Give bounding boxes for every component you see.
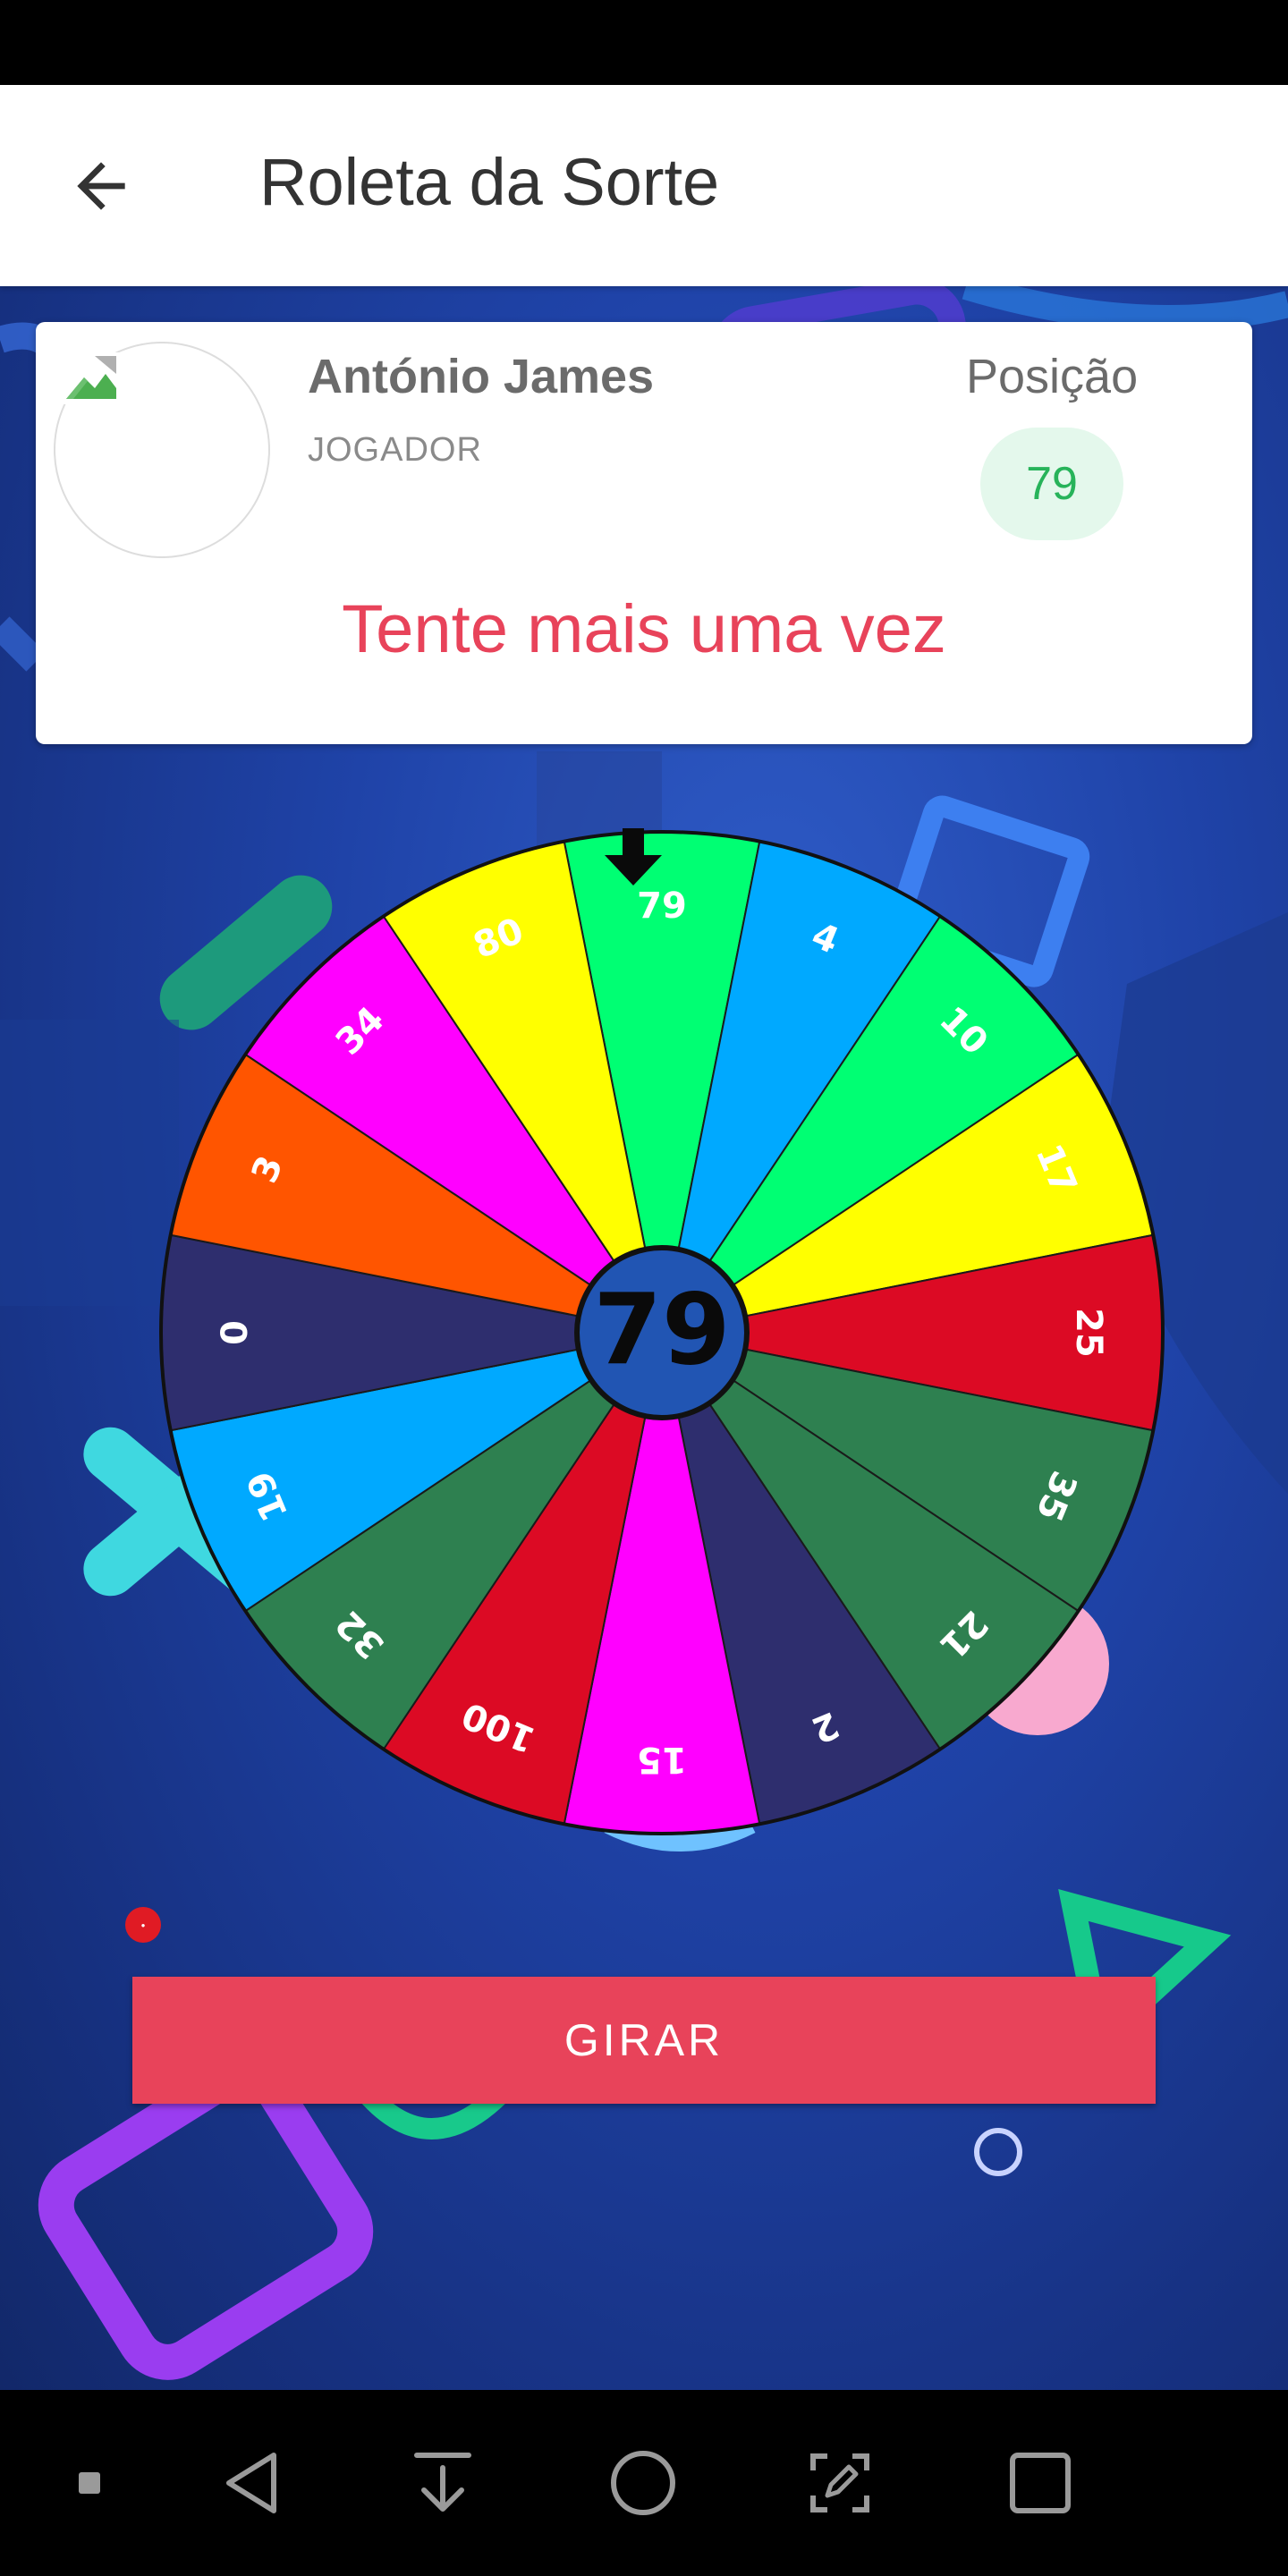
player-name: António James [308,350,655,403]
app-bar: Roleta da Sorte [0,85,1288,286]
arrow-left-icon [76,161,125,210]
position-badge: 79 [980,428,1123,540]
wheel-segment-label: 15 [637,1739,687,1780]
wheel-segment-label: 79 [637,886,687,927]
edit-screen-icon[interactable] [791,2390,889,2576]
roulette-wheel[interactable]: 79 4 10 17 25 35 21 2 15 100 32 19 0 3 34 80 79 [152,823,1172,1843]
wheel-segment-label: 25 [1068,1308,1109,1358]
download-icon[interactable] [394,2390,492,2576]
wheel-center-value: 79 [593,1272,730,1386]
square-dot-icon[interactable] [54,2390,125,2576]
system-nav-bar [0,2390,1288,2576]
position-label: Posição [966,350,1139,403]
wheel-segment-label: 0 [215,1320,256,1345]
back-button[interactable] [54,139,148,233]
wheel-graphic: 7941017253521215100321903348079 [159,828,1165,1835]
app-badge-icon: ● [125,1907,161,1943]
recents-square-icon[interactable] [991,2390,1089,2576]
back-triangle-icon[interactable] [202,2390,301,2576]
avatar [54,342,270,558]
player-card: António James JOGADOR Posição 79 Tente m… [36,322,1252,744]
result-message: Tente mais uma vez [342,591,946,667]
player-role: JOGADOR [308,431,482,469]
status-bar [0,0,1288,85]
page-title: Roleta da Sorte [259,145,720,219]
broken-image-icon [63,352,120,404]
home-circle-icon[interactable] [594,2390,692,2576]
spin-button[interactable]: GIRAR [132,1977,1156,2104]
